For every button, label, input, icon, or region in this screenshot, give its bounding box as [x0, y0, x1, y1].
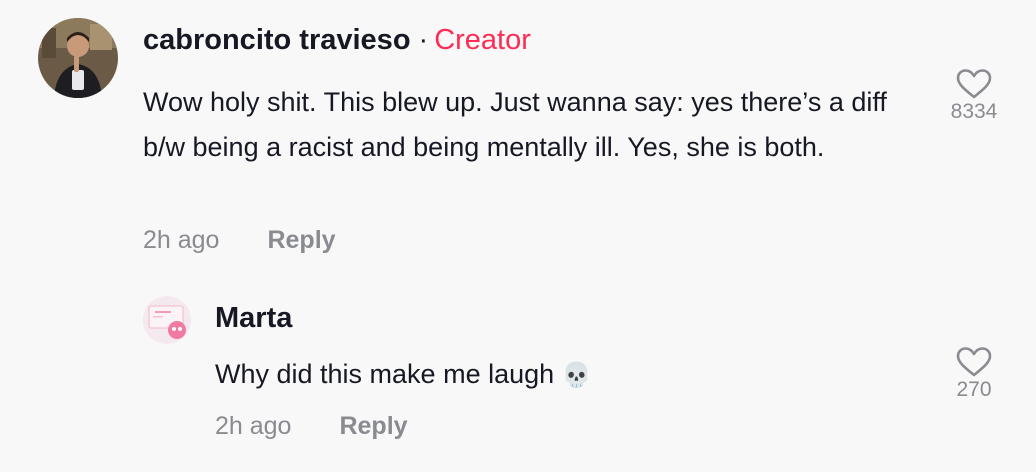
comment-timestamp: 2h ago — [143, 226, 220, 254]
reply-meta: 2h ago Reply — [215, 412, 408, 441]
reply-text: Why did this make me laugh 💀 — [215, 352, 915, 398]
separator-dot: · — [418, 24, 429, 56]
reply-header: Marta — [215, 302, 292, 335]
comment-text: Wow holy shit. This blew up. Just wanna … — [143, 87, 887, 162]
reply-timestamp: 2h ago — [215, 412, 292, 440]
avatar-photo-icon — [143, 296, 191, 344]
author-name[interactable]: cabroncito travieso — [143, 24, 411, 56]
like-button[interactable]: 270 — [934, 346, 1014, 402]
creator-badge: Creator — [434, 24, 531, 56]
reply-button[interactable]: Reply — [267, 226, 335, 254]
comment-header: cabroncito travieso · Creator — [143, 24, 531, 57]
comment-meta: 2h ago Reply — [143, 226, 336, 255]
avatar-photo-icon — [38, 18, 118, 98]
reply-text-content: Why did this make me laugh — [215, 359, 555, 389]
reply-button[interactable]: Reply — [339, 412, 407, 440]
author-name[interactable]: Marta — [215, 302, 292, 334]
like-count: 8334 — [950, 100, 998, 123]
skull-emoji: 💀 — [561, 362, 592, 389]
like-button[interactable]: 8334 — [934, 68, 1014, 124]
replier-avatar[interactable] — [143, 296, 191, 344]
heart-icon — [956, 69, 992, 99]
like-count: 270 — [956, 378, 992, 401]
commenter-avatar[interactable] — [38, 18, 118, 98]
heart-icon — [956, 347, 992, 377]
